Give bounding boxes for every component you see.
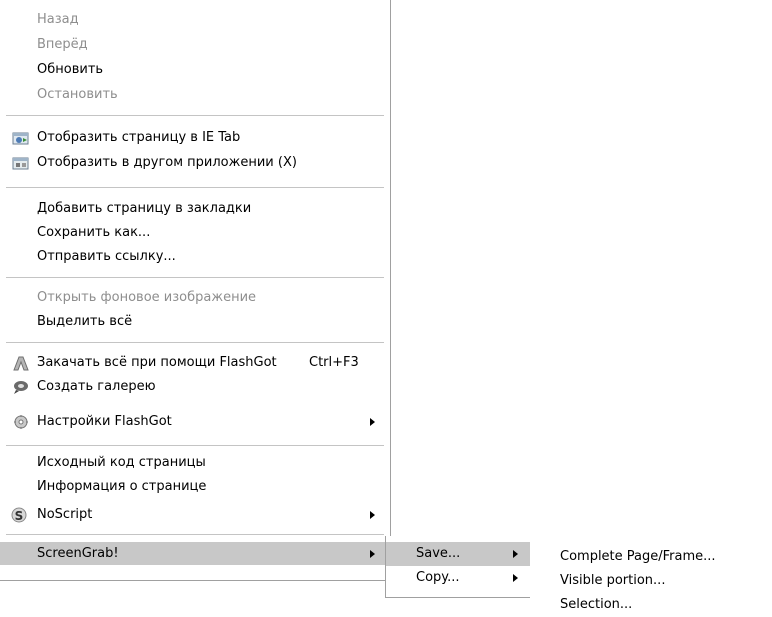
menu-item-flashgot-all[interactable]: Закачать всё при помощи FlashGot Ctrl+F3 (0, 351, 390, 375)
submenu-item-save[interactable]: Save... (386, 542, 530, 566)
submenu-arrow-icon (370, 550, 375, 558)
menu-item-label: ScreenGrab! (37, 546, 119, 561)
menu-item-stop[interactable]: Остановить (0, 83, 390, 107)
submenu-item-selection[interactable]: Selection... (530, 593, 772, 617)
menu-item-back[interactable]: Назад (0, 8, 390, 32)
menu-item-label: Отобразить страницу в IE Tab (37, 130, 241, 145)
menu-separator (6, 277, 384, 278)
menu-item-label: Назад (37, 12, 79, 27)
menu-item-screengrab[interactable]: ScreenGrab! (0, 542, 390, 565)
menu-item-page-info[interactable]: Информация о странице (0, 475, 390, 499)
menu-item-label: Отправить ссылку... (37, 249, 176, 264)
menu-item-label: Обновить (37, 62, 104, 77)
menu-item-label: Открыть фоновое изображение (37, 290, 257, 305)
menu-item-send-link[interactable]: Отправить ссылку... (0, 245, 390, 269)
submenu-arrow-icon (370, 511, 375, 519)
menu-item-label: NoScript (37, 507, 93, 522)
submenu-arrow-icon (513, 550, 518, 558)
menu-item-label: Остановить (37, 87, 118, 102)
menu-item-view-source[interactable]: Исходный код страницы (0, 451, 390, 475)
menu-item-save-as[interactable]: Сохранить как... (0, 221, 390, 245)
menu-separator (6, 187, 384, 188)
submenu-item-complete-page[interactable]: Complete Page/Frame... (530, 545, 772, 569)
menu-item-view-bg-image[interactable]: Открыть фоновое изображение (0, 286, 390, 310)
menu-item-label: Настройки FlashGot (37, 414, 172, 429)
menu-item-label: Информация о странице (37, 479, 207, 494)
submenu-arrow-icon (513, 574, 518, 582)
menu-separator (6, 342, 384, 343)
noscript-icon: S (11, 507, 27, 523)
menu-item-label: Отобразить в другом приложении (X) (37, 155, 297, 170)
external-app-icon (12, 157, 29, 170)
menu-item-label: Закачать всё при помощи FlashGot (37, 355, 277, 370)
menu-separator (6, 534, 384, 535)
flashgot-settings-icon (14, 415, 28, 429)
save-submenu: Complete Page/Frame... Visible portion..… (530, 536, 772, 617)
menu-item-noscript[interactable]: S NoScript (0, 503, 390, 527)
menu-item-label: Selection... (560, 597, 633, 612)
submenu-item-copy[interactable]: Copy... (386, 566, 530, 590)
menu-item-forward[interactable]: Вперёд (0, 33, 390, 57)
menu-item-label: Исходный код страницы (37, 455, 206, 470)
menu-separator (6, 115, 384, 116)
menu-item-label: Выделить всё (37, 314, 133, 329)
menu-item-bookmark[interactable]: Добавить страницу в закладки (0, 197, 390, 221)
menu-item-label: Добавить страницу в закладки (37, 201, 252, 216)
flashgot-icon (13, 356, 29, 371)
menu-item-label: Save... (416, 546, 461, 561)
menu-item-label: Complete Page/Frame... (560, 549, 716, 564)
menu-item-create-gallery[interactable]: Создать галерею (0, 375, 390, 399)
menu-item-label: Сохранить как... (37, 225, 151, 240)
menu-item-label: Visible portion... (560, 573, 666, 588)
menu-item-reload[interactable]: Обновить (0, 58, 390, 82)
svg-text:S: S (15, 509, 24, 523)
menu-item-ie-tab[interactable]: Отобразить страницу в IE Tab (0, 126, 390, 150)
menu-item-label: Вперёд (37, 37, 88, 52)
shortcut-label: Ctrl+F3 (309, 355, 359, 370)
submenu-arrow-icon (370, 418, 375, 426)
menu-item-flashgot-settings[interactable]: Настройки FlashGot (0, 410, 390, 434)
ie-tab-icon (12, 132, 29, 145)
screengrab-submenu: Save... Copy... (385, 536, 530, 598)
menu-item-external-app[interactable]: Отобразить в другом приложении (X) (0, 151, 390, 175)
gallery-icon (14, 381, 28, 394)
menu-item-select-all[interactable]: Выделить всё (0, 310, 390, 334)
context-menu: Назад Вперёд Обновить Остановить Отобраз… (0, 0, 391, 581)
menu-item-label: Создать галерею (37, 379, 156, 394)
submenu-item-visible-portion[interactable]: Visible portion... (530, 569, 772, 593)
menu-separator (6, 445, 384, 446)
menu-item-label: Copy... (416, 570, 460, 585)
